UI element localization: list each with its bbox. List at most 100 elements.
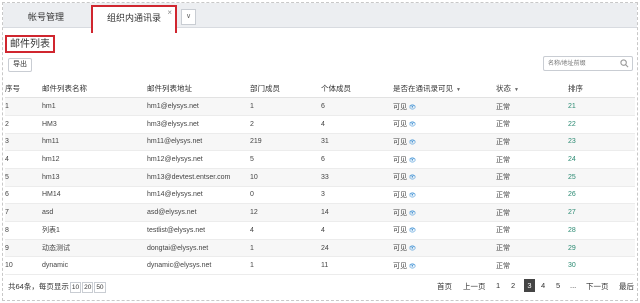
cell-status: 正常	[496, 97, 568, 116]
page-size-20[interactable]: 20	[82, 282, 94, 293]
page-summary: 共64条，每页显示 10 20 50	[8, 282, 106, 293]
eye-icon[interactable]: 👁	[407, 140, 417, 146]
cell-visibility: 可见 👁	[393, 168, 496, 187]
cell-status: 正常	[496, 239, 568, 258]
mail-list-table: 序号 邮件列表名称 邮件列表地址 部门成员 个体成员 是否在通讯录可见 ▼ 状态 ▼…	[5, 80, 635, 276]
cell-individual-members: 6	[321, 150, 393, 169]
cell-dept-members: 4	[250, 221, 321, 240]
cell-name: dynamic	[42, 256, 147, 276]
search-icon[interactable]	[620, 59, 629, 68]
cell-visibility: 可见 👁	[393, 239, 496, 258]
cell-address: hm14@elysys.net	[147, 186, 250, 205]
current-page[interactable]: 3	[524, 279, 535, 292]
table-row[interactable]: 4 hm12 hm12@elysys.net 5 6 可见 👁 正常 24	[5, 150, 635, 169]
cell-individual-members: 14	[321, 203, 393, 222]
table-row[interactable]: 3 hm11 hm11@elysys.net 219 31 可见 👁 正常 23	[5, 133, 635, 152]
eye-icon[interactable]: 👁	[407, 105, 417, 111]
cell-no: 6	[5, 186, 42, 205]
page-size-10[interactable]: 10	[69, 282, 82, 293]
cell-sort: 23	[568, 133, 635, 152]
table-header-row: 序号 邮件列表名称 邮件列表地址 部门成员 个体成员 是否在通讯录可见 ▼ 状态 ▼…	[5, 80, 635, 99]
table-row[interactable]: 9 动态测试 dongtai@elysys.net 1 24 可见 👁 正常 29	[5, 239, 635, 258]
page-link-4[interactable]: 4	[541, 281, 545, 290]
cell-name: hm13	[42, 168, 147, 187]
cell-name: HM14	[42, 186, 147, 205]
table-row[interactable]: 1 hm1 hm1@elysys.net 1 6 可见 👁 正常 21	[5, 97, 635, 116]
eye-icon[interactable]: 👁	[407, 158, 417, 164]
cell-no: 5	[5, 168, 42, 187]
page-link-5[interactable]: 5	[556, 281, 560, 290]
cell-address: dongtai@elysys.net	[147, 239, 250, 258]
cell-address: hm3@elysys.net	[147, 115, 250, 134]
eye-icon[interactable]: 👁	[407, 122, 417, 128]
eye-icon[interactable]: 👁	[407, 246, 417, 252]
eye-icon[interactable]: 👁	[407, 264, 417, 270]
tab-account-management[interactable]: 帐号管理	[3, 6, 89, 28]
tab-label: 帐号管理	[27, 12, 64, 22]
cell-sort: 25	[568, 168, 635, 187]
cell-sort: 21	[568, 97, 635, 116]
cell-no: 1	[5, 97, 42, 116]
col-header-name: 邮件列表名称	[42, 80, 147, 99]
cell-address: hm1@elysys.net	[147, 97, 250, 116]
col-header-visibility[interactable]: 是否在通讯录可见 ▼	[393, 80, 496, 99]
eye-icon[interactable]: 👁	[407, 211, 417, 217]
cell-individual-members: 4	[321, 115, 393, 134]
cell-visibility: 可见 👁	[393, 186, 496, 205]
cell-dept-members: 1	[250, 256, 321, 276]
table-row[interactable]: 8 列表1 testlist@elysys.net 4 4 可见 👁 正常 28	[5, 221, 635, 240]
first-page-link[interactable]: 首页	[437, 281, 452, 292]
prev-page-link[interactable]: 上一页	[463, 281, 486, 292]
page-link-1[interactable]: 1	[496, 281, 500, 290]
eye-icon[interactable]: 👁	[407, 175, 417, 181]
table-row[interactable]: 10 dynamic dynamic@elysys.net 1 11 可见 👁 正常 30	[5, 256, 635, 276]
cell-no: 10	[5, 256, 42, 276]
eye-icon[interactable]: 👁	[407, 228, 417, 234]
pagination-footer: 共64条，每页显示 10 20 50 首页 上一页 1 2 3 4 5 ... 下一页…	[5, 279, 635, 293]
caret-down-icon[interactable]: ▼	[514, 87, 519, 93]
cell-visibility: 可见 👁	[393, 221, 496, 240]
tab-org-directory[interactable]: 组织内通讯录 ×	[91, 5, 177, 33]
cell-individual-members: 33	[321, 168, 393, 187]
table-row[interactable]: 2 HM3 hm3@elysys.net 2 4 可见 👁 正常 22	[5, 115, 635, 134]
table-row[interactable]: 7 asd asd@elysys.net 12 14 可见 👁 正常 27	[5, 203, 635, 222]
cell-no: 2	[5, 115, 42, 134]
table-row[interactable]: 5 hm13 hm13@devtest.entser.com 10 33 可见 👁 正常 25	[5, 168, 635, 187]
search-box	[543, 56, 633, 71]
cell-visibility: 可见 👁	[393, 256, 496, 276]
col-header-status[interactable]: 状态 ▼	[496, 80, 568, 99]
cell-sort: 29	[568, 239, 635, 258]
next-page-link[interactable]: 下一页	[586, 281, 609, 292]
caret-down-icon[interactable]: ▼	[456, 87, 461, 93]
export-button[interactable]: 导出	[8, 58, 32, 72]
cell-status: 正常	[496, 186, 568, 205]
search-input[interactable]	[544, 57, 618, 70]
eye-icon[interactable]: 👁	[407, 193, 417, 199]
cell-address: dynamic@elysys.net	[147, 256, 250, 276]
cell-no: 4	[5, 150, 42, 169]
cell-individual-members: 3	[321, 186, 393, 205]
cell-dept-members: 219	[250, 133, 321, 152]
last-page-link[interactable]: 最后	[619, 281, 634, 292]
cell-sort: 28	[568, 221, 635, 240]
close-icon[interactable]: ×	[167, 2, 172, 24]
col-header-no: 序号	[5, 80, 42, 99]
page-link-2[interactable]: 2	[511, 281, 515, 290]
cell-status: 正常	[496, 150, 568, 169]
cell-status: 正常	[496, 203, 568, 222]
cell-status: 正常	[496, 115, 568, 134]
page-size-50[interactable]: 50	[94, 282, 106, 293]
cell-address: hm13@devtest.entser.com	[147, 168, 250, 187]
cell-visibility: 可见 👁	[393, 97, 496, 116]
cell-status: 正常	[496, 168, 568, 187]
cell-no: 9	[5, 239, 42, 258]
cell-name: hm12	[42, 150, 147, 169]
chevron-down-icon[interactable]: ∨	[181, 9, 196, 25]
page-ellipsis: ...	[570, 281, 577, 290]
cell-status: 正常	[496, 221, 568, 240]
col-header-dept-members: 部门成员	[250, 80, 321, 99]
cell-status: 正常	[496, 133, 568, 152]
cell-address: hm11@elysys.net	[147, 133, 250, 152]
cell-dept-members: 0	[250, 186, 321, 205]
table-row[interactable]: 6 HM14 hm14@elysys.net 0 3 可见 👁 正常 26	[5, 186, 635, 205]
